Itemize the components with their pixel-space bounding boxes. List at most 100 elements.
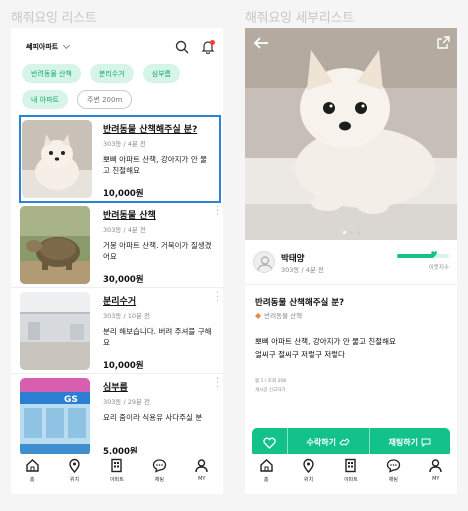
fox-icon: ◆ xyxy=(255,310,262,320)
avatar[interactable] xyxy=(253,251,275,273)
bottom-nav: 홈 위치 아파트 채팅 MY xyxy=(11,454,223,494)
nav-label: 홈 xyxy=(263,477,269,483)
nav-label: 아파트 xyxy=(110,477,124,483)
chat-icon xyxy=(386,459,401,473)
post-category: ◆ 반려동물 산책 xyxy=(255,310,303,321)
location-pin-icon xyxy=(303,458,314,473)
detail-screen-caption: 해줘요잉 세부리스트 xyxy=(245,11,354,26)
nav-home[interactable]: 홈 xyxy=(15,458,49,483)
item-meta: 303동 / 29분 전 xyxy=(103,398,151,406)
white-pomeranian-photo xyxy=(245,28,457,240)
gauge-track: ♥ xyxy=(397,250,449,259)
notification-bell-icon[interactable] xyxy=(201,40,215,54)
carousel-dot[interactable] xyxy=(342,231,346,234)
nav-my[interactable]: MY xyxy=(185,458,219,482)
chat-bubble-icon xyxy=(421,438,431,447)
svg-text:GS: GS xyxy=(64,395,78,405)
white-pomeranian-photo: ​ xyxy=(22,120,92,198)
more-options-icon[interactable]: · · · xyxy=(216,375,220,393)
nav-my[interactable]: MY xyxy=(419,458,453,482)
nav-chat[interactable]: 채팅 xyxy=(142,458,176,483)
carousel-dot[interactable] xyxy=(356,231,360,234)
item-price: 10,000원 xyxy=(103,361,144,371)
carousel-dot[interactable] xyxy=(349,231,353,234)
nav-location[interactable]: 위치 xyxy=(292,458,326,483)
chat-button[interactable]: 채팅하기 xyxy=(368,428,451,457)
more-options-icon[interactable]: · · · xyxy=(216,203,220,221)
nav-location[interactable]: 위치 xyxy=(58,458,92,483)
body-line: 얼씨구 절씨구 저렇구 저렇다 xyxy=(255,350,345,359)
chip-nearby-200m[interactable]: 주변 200m xyxy=(77,90,133,109)
accept-label: 수락하기 xyxy=(306,438,336,447)
chip-my-apartment[interactable]: 내 아파트 xyxy=(22,90,68,109)
chevron-down-icon xyxy=(63,41,71,50)
author-name: 박태양 xyxy=(281,254,305,264)
tortoise-photo xyxy=(20,206,90,284)
item-meta: 303동 / 4분 전 xyxy=(103,226,146,234)
bottom-nav: 홈 위치 아파트 채팅 MY xyxy=(245,454,457,494)
back-arrow-icon[interactable] xyxy=(253,34,269,53)
home-icon xyxy=(25,459,39,472)
nav-apartment[interactable]: 아파트 xyxy=(334,458,368,483)
location-pin-icon xyxy=(69,458,80,473)
neighbor-score-gauge: ♥ 이웃지수 xyxy=(397,250,449,271)
list-item[interactable]: ​ 반려동물 산책해주실 분? 303동 / 4분 전 뽀삐 아파트 산책, 강… xyxy=(19,115,221,203)
nav-apartment[interactable]: 아파트 xyxy=(100,458,134,483)
convenience-store-photo: GS xyxy=(20,378,90,456)
nav-home[interactable]: 홈 xyxy=(249,458,283,483)
report-link[interactable]: 게시글 신고하기 xyxy=(255,386,286,395)
post-body: 뽀삐 아파트 산책, 강아지가 안 물고 친절해요 얼씨구 절씨구 저렇구 저렇… xyxy=(255,335,450,361)
gauge-label: 이웃지수 xyxy=(428,265,449,271)
nav-label: 홈 xyxy=(29,477,35,483)
apartment-icon xyxy=(111,458,123,473)
request-list: ​ 반려동물 산책해주실 분? 303동 / 4분 전 뽀삐 아파트 산책, 강… xyxy=(11,115,223,460)
nav-label: 아파트 xyxy=(344,477,358,483)
share-icon[interactable] xyxy=(437,34,450,53)
views-count: 찜 1 / 조회 208 xyxy=(255,379,287,384)
item-price: 10,000원 xyxy=(103,189,144,199)
item-description: 요리 줌이라 식용유 사다주실 분 xyxy=(103,413,203,422)
nav-label: 채팅 xyxy=(154,477,164,483)
item-description: 분리 해보습니다. 버려 주셔블 구해요 xyxy=(103,327,212,347)
list-screen-caption: 해줘요잉 리스트 xyxy=(11,11,97,26)
nav-label: MY xyxy=(432,476,440,482)
gauge-fill xyxy=(397,254,435,258)
author-meta: 303동 / 4분 전 xyxy=(281,266,324,274)
category-label: 반려동물 산책 xyxy=(264,312,303,320)
notification-dot xyxy=(210,40,215,45)
body-line: 뽀삐 아파트 산책, 강아지가 안 물고 친절해요 xyxy=(255,337,396,346)
recycling-room-photo xyxy=(20,292,90,370)
nav-label: 위치 xyxy=(69,477,80,483)
accept-button[interactable]: 수락하기 xyxy=(288,428,369,457)
carousel-indicator xyxy=(245,231,457,234)
item-title: 반려동물 산책 xyxy=(103,211,156,221)
apartment-icon xyxy=(345,458,357,473)
heart-outline-icon xyxy=(263,437,276,449)
item-description: 뽀삐 아파트 산책, 강아지가 안 물고 친절해요 xyxy=(103,155,208,175)
location-selector[interactable]: 쎄피아파트 xyxy=(26,41,71,52)
chip-pet-walk[interactable]: 반려동물 산책 xyxy=(22,64,81,83)
author-profile: 박태양 303동 / 4분 전 ♥ 이웃지수 xyxy=(253,248,453,278)
list-item[interactable]: 분리수거 303동 / 10분 전 분리 해보습니다. 버려 주셔블 구해요 1… xyxy=(11,288,223,374)
like-button[interactable] xyxy=(252,428,288,457)
item-meta: 303동 / 4분 전 xyxy=(103,140,146,148)
nav-label: 채팅 xyxy=(388,477,398,483)
heart-icon: ♥ xyxy=(430,250,438,259)
nav-chat[interactable]: 채팅 xyxy=(376,458,410,483)
nav-label: MY xyxy=(198,476,206,482)
post-title: 반려동물 산책해주실 분? xyxy=(255,298,345,308)
action-bar: 수락하기 채팅하기 xyxy=(252,428,450,457)
list-item[interactable]: GS 심부름 303동 / 29분 전 요리 줌이라 식용유 사다주실 분 5,… xyxy=(11,374,223,460)
item-price: 30,000원 xyxy=(103,275,144,285)
more-options-icon[interactable]: · · · xyxy=(216,289,220,307)
item-description: 거봉 아파트 산책. 거북이가 질생겼어요 xyxy=(103,241,212,261)
chip-recycling[interactable]: 분리수거 xyxy=(89,64,134,83)
location-label: 쎄피아파트 xyxy=(26,43,59,51)
chip-errand[interactable]: 심부름 xyxy=(142,64,180,83)
post-stats: 찜 1 / 조회 208 게시글 신고하기 xyxy=(255,377,286,395)
search-icon[interactable] xyxy=(175,40,189,54)
list-screen: 쎄피아파트 반려동물 산책 분리수거 심부름 내 아파트 주변 200m 반려동… xyxy=(11,28,223,494)
item-meta: 303동 / 10분 전 xyxy=(103,312,151,320)
list-item[interactable]: 반려동물 산책 303동 / 4분 전 거봉 아파트 산책. 거북이가 질생겼어… xyxy=(11,202,223,288)
nav-label: 위치 xyxy=(303,477,314,483)
